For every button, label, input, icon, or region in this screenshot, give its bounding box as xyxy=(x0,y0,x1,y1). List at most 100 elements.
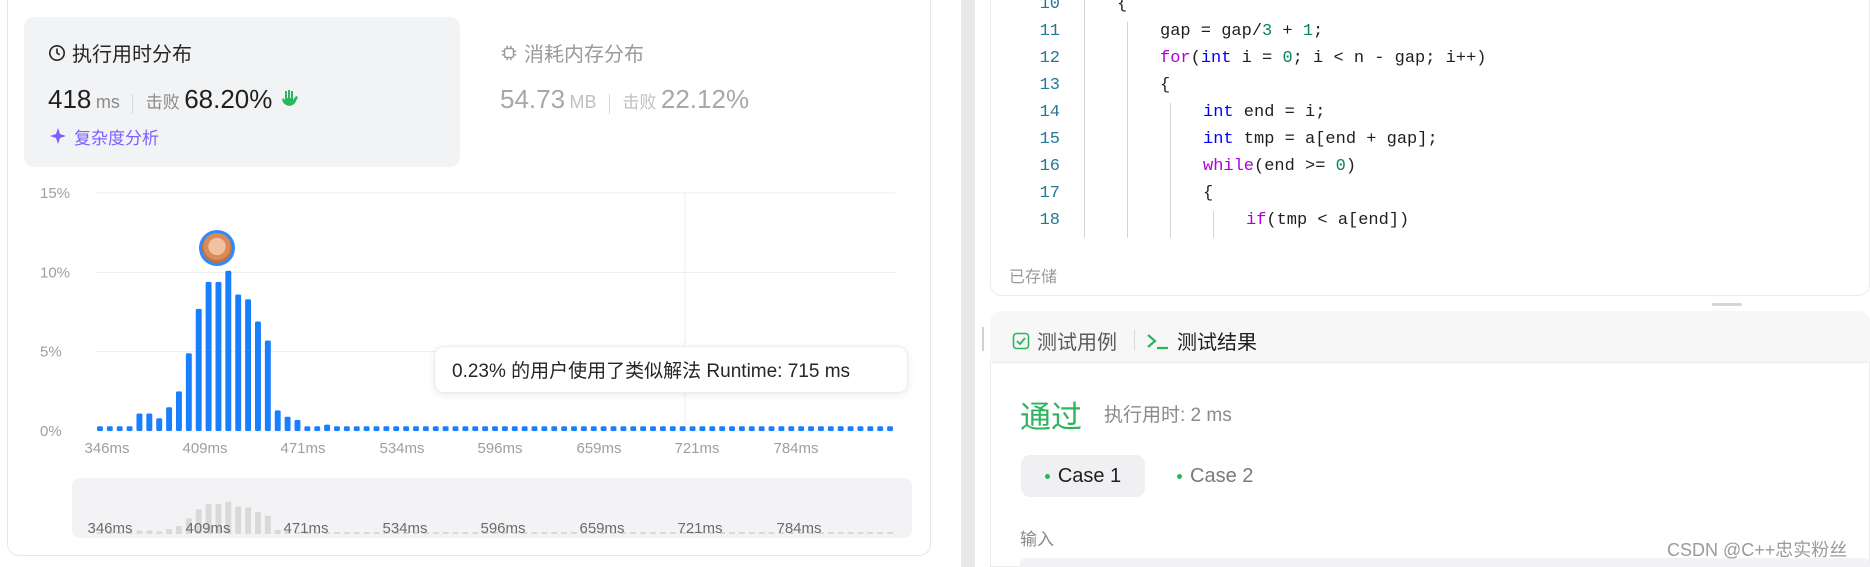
runtime-bar[interactable] xyxy=(610,426,617,431)
runtime-bar[interactable] xyxy=(669,426,676,431)
runtime-bar[interactable] xyxy=(778,426,785,431)
code-line[interactable]: for(int i = 0; i < n - gap; i++) xyxy=(1160,49,1486,68)
runtime-bar[interactable] xyxy=(324,424,331,431)
runtime-bar[interactable] xyxy=(511,426,518,431)
runtime-bar[interactable] xyxy=(827,426,834,431)
runtime-bar[interactable] xyxy=(867,426,874,431)
runtime-bar[interactable] xyxy=(106,426,113,431)
runtime-bar[interactable] xyxy=(472,426,479,431)
runtime-bar[interactable] xyxy=(373,426,380,431)
runtime-bar[interactable] xyxy=(304,426,311,431)
runtime-bar[interactable] xyxy=(768,426,775,431)
runtime-bar[interactable] xyxy=(294,419,301,431)
complexity-link[interactable]: 复杂度分析 xyxy=(48,124,159,149)
runtime-bar[interactable] xyxy=(264,340,271,431)
runtime-bar[interactable] xyxy=(166,407,173,431)
runtime-bar[interactable] xyxy=(620,426,627,431)
runtime-bar[interactable] xyxy=(521,426,528,431)
runtime-chart[interactable]: 15% 10% 5% 0% 346ms 409ms 471ms 534ms 596ms 659ms… xyxy=(0,180,920,465)
runtime-bar[interactable] xyxy=(442,426,449,431)
runtime-bar[interactable] xyxy=(195,308,202,431)
case-1-tab[interactable]: Case 1 xyxy=(1021,455,1145,497)
runtime-bar[interactable] xyxy=(314,426,321,431)
runtime-bar[interactable] xyxy=(531,426,538,431)
code-line[interactable]: while(end >= 0) xyxy=(1203,157,1356,176)
user-avatar-marker[interactable] xyxy=(199,230,235,266)
runtime-bar[interactable] xyxy=(729,426,735,431)
runtime-bar[interactable] xyxy=(887,426,894,431)
runtime-bar[interactable] xyxy=(679,426,686,431)
runtime-bar[interactable] xyxy=(501,426,508,431)
runtime-bar[interactable] xyxy=(659,426,666,431)
runtime-bar[interactable] xyxy=(541,426,548,431)
runtime-bar[interactable] xyxy=(393,426,400,431)
panel-resize-divider[interactable] xyxy=(961,0,975,567)
runtime-bar[interactable] xyxy=(334,426,340,431)
runtime-bar[interactable] xyxy=(788,426,795,431)
range-mini-chart[interactable]: 346ms 409ms 471ms 534ms 596ms 659ms 721ms 784ms xyxy=(0,478,920,538)
code-line[interactable]: int tmp = a[end + gap]; xyxy=(1203,130,1438,149)
runtime-bar[interactable] xyxy=(245,299,252,431)
runtime-bar[interactable] xyxy=(738,426,745,431)
runtime-bar[interactable] xyxy=(748,426,755,431)
runtime-bar[interactable] xyxy=(96,426,103,431)
runtime-bar[interactable] xyxy=(255,321,261,431)
runtime-bar[interactable] xyxy=(422,426,429,431)
runtime-bar[interactable] xyxy=(432,426,439,431)
runtime-bar[interactable] xyxy=(284,416,291,431)
runtime-bar[interactable] xyxy=(274,410,281,431)
runtime-bar[interactable] xyxy=(590,426,597,431)
runtime-bar[interactable] xyxy=(126,426,133,431)
runtime-bar[interactable] xyxy=(709,426,716,431)
runtime-bar[interactable] xyxy=(580,426,587,431)
code-line[interactable]: { xyxy=(1117,0,1127,14)
runtime-bar[interactable] xyxy=(363,426,370,431)
runtime-bar[interactable] xyxy=(235,294,242,431)
runtime-bar[interactable] xyxy=(343,426,350,431)
runtime-bar[interactable] xyxy=(719,426,726,431)
runtime-bar[interactable] xyxy=(689,426,696,431)
runtime-bar[interactable] xyxy=(650,426,656,431)
runtime-bar[interactable] xyxy=(640,426,647,431)
code-line[interactable]: { xyxy=(1203,184,1213,203)
runtime-bar[interactable] xyxy=(215,281,222,431)
runtime-bar[interactable] xyxy=(798,426,805,431)
runtime-bar[interactable] xyxy=(847,426,854,431)
runtime-bar[interactable] xyxy=(600,426,607,431)
runtime-bar[interactable] xyxy=(817,426,824,431)
runtime-bar[interactable] xyxy=(136,413,143,431)
code-line[interactable]: if(tmp < a[end]) xyxy=(1246,211,1409,230)
tab-test-results[interactable]: 测试结果 xyxy=(1146,326,1257,355)
runtime-bar[interactable] xyxy=(403,426,410,431)
tab-test-cases[interactable]: 测试用例 xyxy=(1012,326,1117,355)
runtime-bar[interactable] xyxy=(225,270,232,431)
runtime-bar[interactable] xyxy=(808,426,815,431)
runtime-bar[interactable] xyxy=(561,426,568,431)
code-line[interactable]: int end = i; xyxy=(1203,103,1325,122)
runtime-bar[interactable] xyxy=(146,413,153,431)
runtime-bar[interactable] xyxy=(630,426,637,431)
runtime-bar[interactable] xyxy=(185,353,192,431)
vertical-resize-handle[interactable] xyxy=(1712,303,1742,306)
runtime-bar[interactable] xyxy=(353,426,360,431)
runtime-bar[interactable] xyxy=(413,426,419,431)
runtime-bar[interactable] xyxy=(462,426,469,431)
runtime-bar[interactable] xyxy=(877,426,884,431)
runtime-bar[interactable] xyxy=(551,426,558,431)
runtime-bar[interactable] xyxy=(571,426,577,431)
runtime-bar[interactable] xyxy=(482,426,489,431)
runtime-bar[interactable] xyxy=(837,426,844,431)
runtime-bar[interactable] xyxy=(156,418,163,431)
runtime-bar[interactable] xyxy=(492,426,498,431)
runtime-bar[interactable] xyxy=(175,391,182,431)
runtime-bar[interactable] xyxy=(116,426,123,431)
runtime-bar[interactable] xyxy=(857,426,864,431)
runtime-bar[interactable] xyxy=(383,426,390,431)
runtime-bar[interactable] xyxy=(205,281,212,431)
case-2-tab[interactable]: Case 2 xyxy=(1177,455,1253,497)
runtime-bar[interactable] xyxy=(758,426,765,431)
code-line[interactable]: gap = gap/3 + 1; xyxy=(1160,22,1323,41)
code-line[interactable]: { xyxy=(1160,76,1170,95)
runtime-bar[interactable] xyxy=(452,426,459,431)
runtime-bar[interactable] xyxy=(699,426,706,431)
